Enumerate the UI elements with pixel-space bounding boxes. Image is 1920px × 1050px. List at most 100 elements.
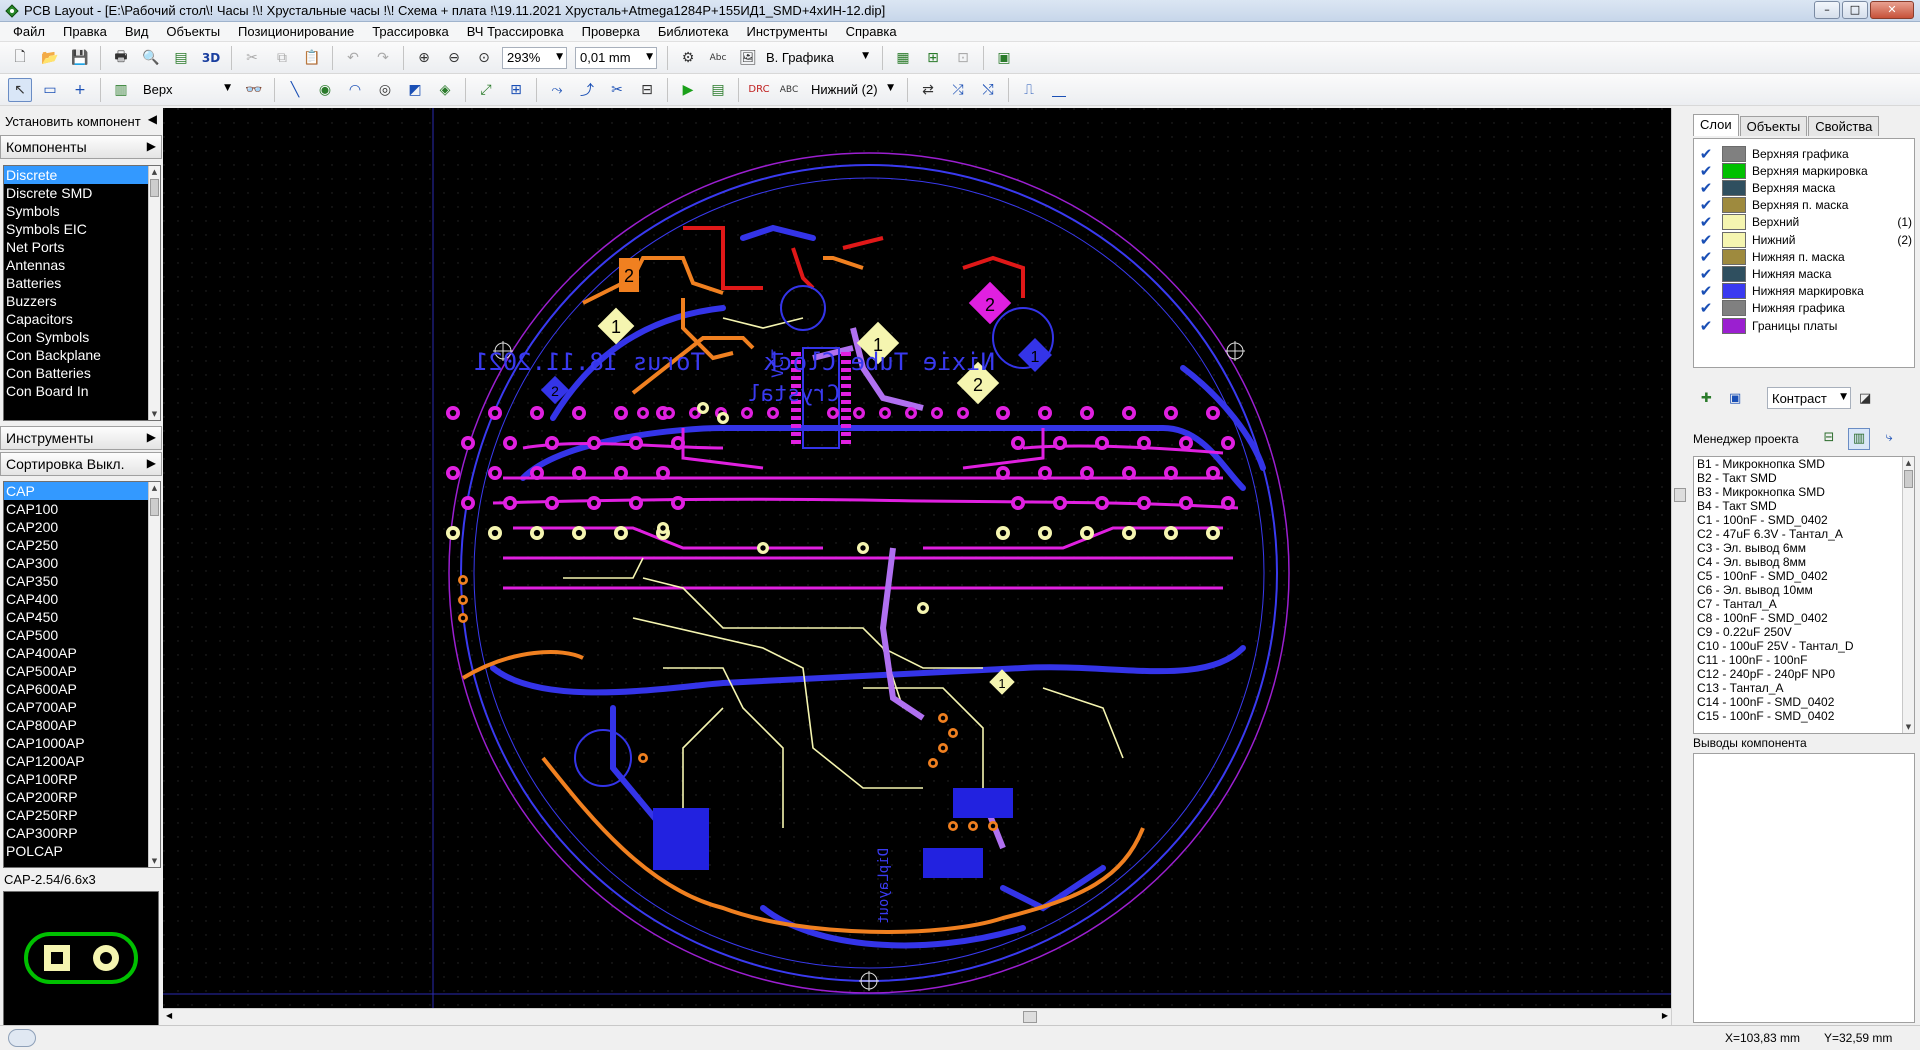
part-item[interactable]: CAP1200AP [4, 752, 160, 770]
check-icon[interactable]: ✔ [1698, 163, 1714, 179]
check-icon[interactable]: ✔ [1698, 214, 1714, 230]
crosshair-icon[interactable]: + [68, 78, 92, 102]
scroll-up-icon[interactable]: ▲ [149, 166, 160, 178]
graphics-layer-combo[interactable]: В. Графика ▼ [762, 47, 872, 69]
close-button[interactable]: ✕ [1870, 1, 1914, 19]
category-item[interactable]: Con Board In [4, 382, 160, 400]
view-3d-button[interactable]: 3D [199, 46, 223, 70]
contrast-combo[interactable]: Контраст ▼ [1767, 387, 1851, 409]
menu-rf-routing[interactable]: ВЧ Трассировка [458, 22, 573, 42]
drc-report-icon[interactable]: ▤ [706, 78, 730, 102]
arc-tool-icon[interactable]: ◠ [343, 78, 367, 102]
project-item[interactable]: C10 - 100uF 25V - Тантал_D [1694, 639, 1914, 653]
split-track-icon[interactable]: ✂ [605, 78, 629, 102]
category-scrollbar[interactable]: ▲ ▼ [148, 166, 160, 420]
route-icon[interactable]: ⤳ [545, 78, 569, 102]
scroll-up-icon[interactable]: ▲ [1903, 457, 1914, 469]
zoom-fit-icon[interactable]: ⊙ [472, 46, 496, 70]
add-layer-icon[interactable]: ✚ [1701, 391, 1721, 406]
tools-header[interactable]: Инструменты ▶ [0, 426, 162, 450]
part-item[interactable]: CAP200 [4, 518, 160, 536]
open-folder-icon[interactable]: 📂 [38, 46, 62, 70]
redo-icon[interactable]: ↷ [371, 46, 395, 70]
autoroute-icon[interactable]: ⤮ [946, 78, 970, 102]
layer-combo[interactable]: Верх ▼ [139, 79, 234, 101]
part-item[interactable]: CAP700AP [4, 698, 160, 716]
category-list[interactable]: Discrete Discrete SMD Symbols Symbols EIC Ne… [3, 165, 161, 421]
paste-icon[interactable]: 📋 [300, 46, 324, 70]
category-item[interactable]: Con Backplane [4, 346, 160, 364]
menu-edit[interactable]: Правка [54, 22, 116, 42]
part-item[interactable]: CAP500 [4, 626, 160, 644]
print-preview-icon[interactable]: 🔍 [139, 46, 163, 70]
check-icon[interactable]: ✔ [1698, 300, 1714, 316]
run-drc-icon[interactable]: ▶ [676, 78, 700, 102]
layer-options-icon[interactable]: ◪ [1859, 391, 1879, 406]
new-file-icon[interactable]: 🗋 [8, 46, 32, 70]
layer-color-swatch[interactable] [1722, 179, 1746, 196]
print-icon[interactable]: 🖶 [109, 46, 133, 70]
parts-list[interactable]: CAP CAP100 CAP200 CAP250 CAP300 CAP350 CAP400 C… [3, 481, 161, 868]
layer-color-swatch[interactable] [1722, 145, 1746, 162]
check-icon[interactable]: ✔ [1698, 146, 1714, 162]
menu-help[interactable]: Справка [837, 22, 906, 42]
image-icon[interactable]: 🖼 [736, 46, 760, 70]
copy-icon[interactable]: ⧉ [270, 46, 294, 70]
part-item[interactable]: CAP300 [4, 554, 160, 572]
check-icon[interactable]: ✔ [1698, 180, 1714, 196]
align-icon[interactable]: ⊞ [921, 46, 945, 70]
layer-settings-icon[interactable]: ▣ [1729, 391, 1749, 406]
flip-icon[interactable]: ⇄ [916, 78, 940, 102]
part-item[interactable]: CAP1000AP [4, 734, 160, 752]
save-icon[interactable]: 💾 [68, 46, 92, 70]
cut-icon[interactable]: ✂ [240, 46, 264, 70]
project-item[interactable]: C5 - 100nF - SMD_0402 [1694, 569, 1914, 583]
project-list-scrollbar[interactable]: ▲ ▼ [1902, 457, 1914, 733]
project-item[interactable]: C15 - 100nF - SMD_0402 [1694, 709, 1914, 723]
scroll-down-icon[interactable]: ▼ [1903, 721, 1914, 733]
parts-scrollbar[interactable]: ▲ ▼ [148, 482, 160, 867]
minimize-button[interactable]: – [1814, 1, 1840, 19]
measure-icon[interactable]: ⤢ [474, 78, 498, 102]
part-item[interactable]: CAP250 [4, 536, 160, 554]
pm-filter-icon[interactable]: ⊟ [1818, 428, 1840, 450]
zoom-in-icon[interactable]: ⊕ [412, 46, 436, 70]
project-item[interactable]: B3 - Микрокнопка SMD [1694, 485, 1914, 499]
collapse-left-icon[interactable]: ◀ [148, 112, 157, 126]
category-item[interactable]: Buzzers [4, 292, 160, 310]
part-item[interactable]: CAP800AP [4, 716, 160, 734]
menu-view[interactable]: Вид [116, 22, 158, 42]
scroll-down-icon[interactable]: ▼ [149, 408, 160, 420]
tab-objects[interactable]: Объекты [1739, 116, 1808, 136]
layer-color-swatch[interactable] [1722, 283, 1746, 300]
project-item[interactable]: B2 - Такт SMD [1694, 471, 1914, 485]
check-icon[interactable]: ✔ [1698, 232, 1714, 248]
grid-icon[interactable]: ⊞ [504, 78, 528, 102]
pm-components-icon[interactable]: ▥ [1848, 428, 1870, 450]
layer-icon[interactable]: ▥ [109, 78, 133, 102]
project-items-list[interactable]: B1 - Микрокнопка SMD B2 - Такт SMD B3 - Ми… [1693, 456, 1915, 734]
zoom-combo[interactable]: 293% ▼ [502, 46, 567, 69]
tab-properties[interactable]: Свойства [1808, 116, 1880, 136]
install-component-header[interactable]: Установить компонент ◀ [0, 110, 162, 132]
part-item[interactable]: CAP [4, 482, 160, 500]
component-pins-list[interactable] [1693, 753, 1915, 1023]
layer-color-swatch[interactable] [1722, 197, 1746, 214]
part-item[interactable]: CAP100RP [4, 770, 160, 788]
layer-color-swatch[interactable] [1722, 300, 1746, 317]
project-item[interactable]: C3 - Эл. вывод 6мм [1694, 541, 1914, 555]
layer-color-swatch[interactable] [1722, 248, 1746, 265]
polygon-tool-icon[interactable]: ◩ [403, 78, 427, 102]
category-item[interactable]: Symbols [4, 202, 160, 220]
part-item[interactable]: CAP350 [4, 572, 160, 590]
undo-icon[interactable]: ↶ [341, 46, 365, 70]
project-item[interactable]: C13 - Тантал_А [1694, 681, 1914, 695]
ungroup-icon[interactable]: ⊡ [951, 46, 975, 70]
maximize-button[interactable]: □ [1842, 1, 1868, 19]
pcb-canvas[interactable]: 1 2 1 2 2 1 2 1 Nixie Tube Clock Torus 1… [163, 108, 1671, 1013]
project-item[interactable]: C11 - 100nF - 100nF [1694, 653, 1914, 667]
scroll-down-icon[interactable]: ▼ [149, 855, 160, 867]
pad-tool-icon[interactable]: ◉ [313, 78, 337, 102]
project-item[interactable]: C9 - 0.22uF 250V [1694, 625, 1914, 639]
menu-check[interactable]: Проверка [573, 22, 649, 42]
